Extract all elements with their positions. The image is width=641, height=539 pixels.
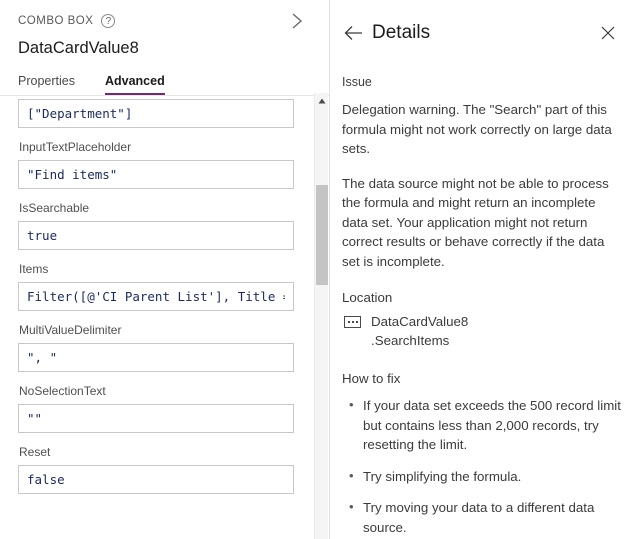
property-value-input[interactable]: Filter([@'CI Parent List'], Title = D… <box>18 282 294 311</box>
location-property-name: .SearchItems <box>371 333 450 348</box>
howtofix-heading: How to fix <box>342 371 401 386</box>
property-value-text: ", " <box>27 350 58 365</box>
property-field: ["Department"] <box>18 99 294 128</box>
control-type-label: COMBO BOX <box>18 15 94 27</box>
property-value-input[interactable]: ["Department"] <box>18 99 294 128</box>
property-label: Reset <box>19 445 51 459</box>
issue-paragraph: The data source might not be able to pro… <box>342 175 609 269</box>
howtofix-item: Try moving your data to a different data… <box>349 497 624 537</box>
question-mark-icon[interactable]: ? <box>101 14 116 28</box>
details-title: Details <box>372 22 431 43</box>
property-field: Reset false <box>18 433 294 494</box>
details-body: Issue Delegation warning. The "Search" p… <box>330 74 640 539</box>
property-value-text: "Find items" <box>27 167 118 182</box>
control-type-row: COMBO BOX ? <box>18 12 315 30</box>
issue-heading: Issue <box>342 75 372 89</box>
properties-panel: COMBO BOX ? DataCardValue8 Properties Ad… <box>0 0 330 539</box>
howtofix-item: Try simplifying the formula. <box>349 466 624 487</box>
details-header: Details <box>330 0 640 50</box>
combo-box-icon <box>344 316 361 328</box>
property-label: InputTextPlaceholder <box>19 140 132 154</box>
details-panel: Details Issue Delegation warning. The "S… <box>330 0 640 539</box>
issue-paragraph: Delegation warning. The "Search" part of… <box>342 102 612 156</box>
arrow-left-icon[interactable] <box>342 21 366 45</box>
property-value-input[interactable]: "Find items" <box>18 160 294 189</box>
property-field: Items Filter([@'CI Parent List'], Title … <box>18 250 294 311</box>
property-value-text: false <box>27 472 65 487</box>
properties-scrollbar[interactable] <box>314 93 328 539</box>
property-field: IsSearchable true <box>18 189 294 250</box>
location-control-name: DataCardValue8 <box>371 314 469 329</box>
triangle-up-icon[interactable] <box>315 93 329 108</box>
property-label: MultiValueDelimiter <box>19 323 122 337</box>
property-value-text: Filter([@'CI Parent List'], Title = D… <box>27 289 285 304</box>
property-value-text: "" <box>27 411 43 426</box>
property-value-text: ["Department"] <box>27 106 133 121</box>
property-value-text: true <box>27 228 58 243</box>
property-value-input[interactable]: ", " <box>18 343 294 372</box>
property-label: IsSearchable <box>19 201 90 215</box>
properties-scroll-area: ["Department"] InputTextPlaceholder "Fin… <box>0 93 329 539</box>
property-value-input[interactable]: true <box>18 221 294 250</box>
scrollbar-thumb[interactable] <box>316 185 328 285</box>
chevron-right-icon[interactable] <box>287 10 307 32</box>
properties-list: ["Department"] InputTextPlaceholder "Fin… <box>0 99 294 494</box>
location-row[interactable]: DataCardValue8 .SearchItems <box>344 312 624 350</box>
properties-panel-header: COMBO BOX ? DataCardValue8 <box>0 0 329 58</box>
close-icon[interactable] <box>596 21 620 45</box>
control-name-title: DataCardValue8 <box>18 39 139 57</box>
property-label: Items <box>19 262 49 276</box>
howtofix-item: If your data set exceeds the 500 record … <box>349 395 624 455</box>
location-text: DataCardValue8 .SearchItems <box>371 312 468 350</box>
property-field: MultiValueDelimiter ", " <box>18 311 294 372</box>
property-value-input[interactable]: false <box>18 465 294 494</box>
property-value-input[interactable]: "" <box>18 404 294 433</box>
app-root: COMBO BOX ? DataCardValue8 Properties Ad… <box>0 0 641 539</box>
property-field: NoSelectionText "" <box>18 372 294 433</box>
howtofix-list: If your data set exceeds the 500 record … <box>342 395 624 537</box>
property-label: NoSelectionText <box>19 384 106 398</box>
location-heading: Location <box>342 290 393 305</box>
property-field: InputTextPlaceholder "Find items" <box>18 128 294 189</box>
